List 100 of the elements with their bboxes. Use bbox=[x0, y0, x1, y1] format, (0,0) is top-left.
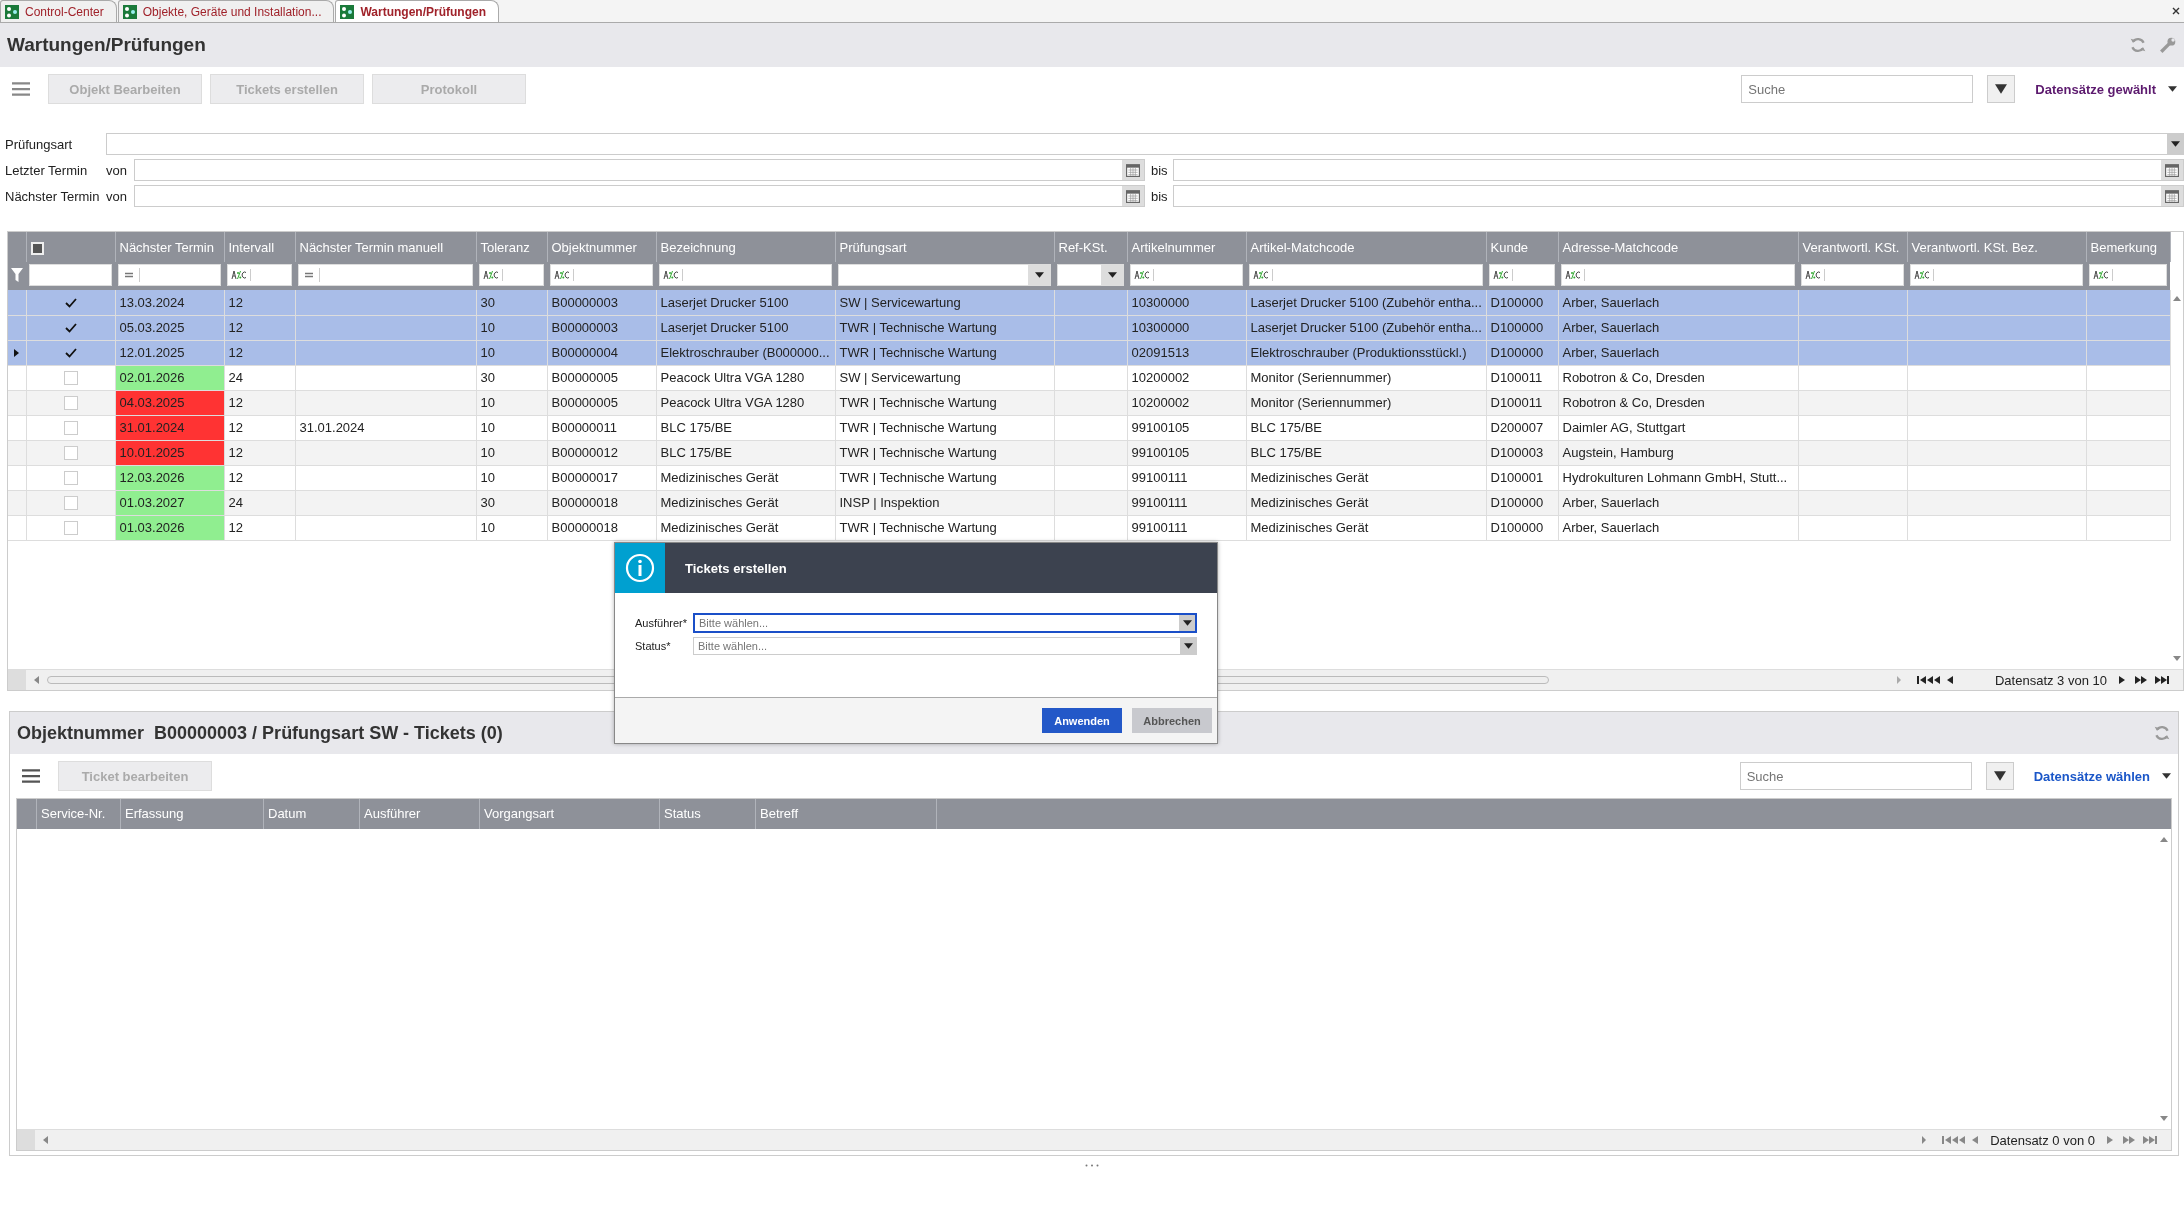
table-row[interactable]: 12.03.2026 12 10 B00000017 Medizinisches Gerät TWR | Technische Wartung 99100111 Medizinisches Gerät D100001 Hydrokulturen Lohmann GmbH, Stutt... bbox=[8, 465, 2170, 490]
scroll-up-icon[interactable] bbox=[2159, 837, 2168, 842]
calendar-icon[interactable] bbox=[1126, 163, 1140, 177]
text-filter-icon[interactable] bbox=[2090, 269, 2113, 281]
filter-field[interactable] bbox=[227, 264, 292, 286]
column-header[interactable]: Artikelnummer bbox=[1127, 232, 1246, 262]
table-row[interactable]: 10.01.2025 12 10 B00000012 BLC 175/BE TWR | Technische Wartung 99100105 BLC 175/BE D100003 Augstein, Hamburg bbox=[8, 440, 2170, 465]
refresh-icon[interactable] bbox=[2153, 724, 2171, 742]
column-header[interactable]: Datum bbox=[264, 799, 360, 829]
table-row[interactable]: 05.03.2025 12 10 B00000003 Laserjet Drucker 5100 TWR | Technische Wartung 10300000 Laserjet Drucker 5100 (Zubehör entha... D100000 Arber, Sauerlach bbox=[8, 315, 2170, 340]
filter-field[interactable] bbox=[659, 264, 832, 286]
scroll-left-icon[interactable] bbox=[43, 1136, 48, 1144]
table-row[interactable]: 12.01.2025 12 10 B00000004 Elektroschrauber (B000000... TWR | Technische Wartung 02091513 Elektroschrauber (Produktionsstückl.) D100000 Arber, Sauerlach bbox=[8, 340, 2170, 365]
scroll-down-icon[interactable] bbox=[2172, 656, 2181, 661]
select-all-checkbox[interactable] bbox=[30, 241, 44, 255]
row-checkbox[interactable] bbox=[63, 371, 78, 386]
column-header[interactable]: Vorgangsart bbox=[480, 799, 660, 829]
records-menu[interactable]: Datensätze gewählt bbox=[2035, 81, 2156, 97]
caret-icon[interactable] bbox=[1034, 272, 1044, 278]
column-header[interactable]: Nächster Termin bbox=[115, 232, 224, 262]
triangle-icon[interactable] bbox=[1993, 770, 2006, 782]
cancel-button[interactable]: Abbrechen bbox=[1132, 708, 1212, 733]
column-header[interactable]: Ausführer bbox=[360, 799, 480, 829]
records-menu[interactable]: Datensätze wählen bbox=[2033, 768, 2150, 784]
column-header[interactable]: Adresse-Matchcode bbox=[1558, 232, 1798, 262]
calendar-icon[interactable] bbox=[1126, 189, 1140, 203]
filter-field[interactable] bbox=[1057, 264, 1124, 286]
row-checkbox[interactable] bbox=[63, 521, 78, 536]
filter-field[interactable] bbox=[118, 264, 221, 286]
filter-field[interactable] bbox=[1910, 264, 2083, 286]
filter-button[interactable] bbox=[1985, 762, 2014, 790]
apply-button[interactable]: Anwenden bbox=[1042, 708, 1122, 733]
table-row[interactable]: 04.03.2025 12 10 B00000005 Peacock Ultra VGA 1280 TWR | Technische Wartung 10200002 Monitor (Seriennummer) D100011 Robotron & Co, Dresden bbox=[8, 390, 2170, 415]
text-filter-icon[interactable] bbox=[480, 269, 503, 281]
filter-field[interactable] bbox=[1801, 264, 1904, 286]
column-header[interactable]: Erfassung bbox=[121, 799, 264, 829]
text-filter-icon[interactable] bbox=[660, 269, 683, 281]
column-header[interactable]: Ref-KSt. bbox=[1054, 232, 1127, 262]
filter-field[interactable] bbox=[479, 264, 544, 286]
row-checkbox[interactable] bbox=[63, 421, 78, 436]
scroll-down-icon[interactable] bbox=[2159, 1116, 2168, 1121]
tab[interactable]: Control-Center bbox=[0, 0, 117, 22]
text-filter-icon[interactable] bbox=[1250, 269, 1273, 281]
close-icon[interactable] bbox=[2172, 7, 2180, 15]
date-field[interactable] bbox=[1173, 159, 2184, 181]
calendar-icon[interactable] bbox=[2165, 163, 2179, 177]
triangle-icon[interactable] bbox=[1995, 83, 2008, 95]
filter-field[interactable] bbox=[838, 264, 1051, 286]
column-header[interactable]: Toleranz bbox=[476, 232, 547, 262]
filter-field[interactable] bbox=[1489, 264, 1555, 286]
column-header[interactable]: Artikel-Matchcode bbox=[1246, 232, 1486, 262]
drag-handle-icon[interactable] bbox=[1085, 1164, 1099, 1167]
text-filter-icon[interactable] bbox=[1131, 269, 1154, 281]
scroll-up-icon[interactable] bbox=[2172, 296, 2181, 301]
row-checkbox[interactable] bbox=[63, 396, 78, 411]
text-filter-icon[interactable] bbox=[228, 269, 251, 281]
table-row[interactable]: 13.03.2024 12 30 B00000003 Laserjet Drucker 5100 SW | Servicewartung 10300000 Laserjet Drucker 5100 (Zubehör entha... D100000 Arber, Sauerlach bbox=[8, 290, 2170, 315]
column-header[interactable]: Bemerkung bbox=[2086, 232, 2170, 262]
column-header[interactable]: Verantwortl. KSt. Bez. bbox=[1907, 232, 2086, 262]
caret-icon[interactable] bbox=[2168, 86, 2177, 92]
filter-field[interactable] bbox=[1249, 264, 1483, 286]
text-filter-icon[interactable] bbox=[1911, 269, 1934, 281]
text-filter-icon[interactable] bbox=[551, 269, 574, 281]
table-row[interactable]: 01.03.2026 12 10 B00000018 Medizinisches Gerät TWR | Technische Wartung 99100111 Medizinisches Gerät D100000 Arber, Sauerlach bbox=[8, 515, 2170, 540]
search-field[interactable]: Suche bbox=[1739, 762, 1972, 790]
row-checkbox[interactable] bbox=[63, 321, 78, 336]
tab[interactable]: Objekte, Geräte und Installation... bbox=[117, 0, 335, 22]
wrench-icon[interactable] bbox=[2159, 36, 2177, 54]
filter-field[interactable] bbox=[298, 264, 473, 286]
caret-icon[interactable] bbox=[1107, 272, 1117, 278]
menu-icon[interactable] bbox=[22, 768, 40, 784]
column-header[interactable]: Objektnummer bbox=[547, 232, 656, 262]
scroll-left-icon[interactable] bbox=[34, 676, 39, 684]
column-header[interactable]: Verantwortl. KSt. bbox=[1798, 232, 1907, 262]
column-header[interactable]: Intervall bbox=[224, 232, 295, 262]
filter-field[interactable] bbox=[29, 264, 112, 286]
column-header[interactable]: Status bbox=[660, 799, 756, 829]
caret-icon[interactable] bbox=[2170, 141, 2180, 147]
row-checkbox[interactable] bbox=[63, 496, 78, 511]
column-header[interactable]: Kunde bbox=[1486, 232, 1558, 262]
caret-icon[interactable] bbox=[1182, 620, 1192, 626]
table-row[interactable]: 02.01.2026 24 30 B00000005 Peacock Ultra VGA 1280 SW | Servicewartung 10200002 Monitor (Seriennummer) D100011 Robotron & Co, Dresden bbox=[8, 365, 2170, 390]
tab[interactable]: Wartungen/Prüfungen bbox=[335, 0, 500, 22]
filter-button[interactable] bbox=[1987, 75, 2016, 103]
caret-icon[interactable] bbox=[1183, 643, 1193, 649]
date-field[interactable] bbox=[1173, 185, 2184, 207]
caret-icon[interactable] bbox=[2162, 773, 2171, 779]
text-filter-icon[interactable] bbox=[1562, 269, 1585, 281]
text-filter-icon[interactable] bbox=[1490, 269, 1513, 281]
text-filter-icon[interactable] bbox=[1802, 269, 1825, 281]
search-field[interactable]: Suche bbox=[1741, 75, 1974, 103]
filter-field[interactable] bbox=[1561, 264, 1795, 286]
column-header[interactable]: Prüfungsart bbox=[835, 232, 1054, 262]
filter-field[interactable] bbox=[2089, 264, 2167, 286]
date-field[interactable] bbox=[134, 185, 1145, 207]
filter-field[interactable] bbox=[1130, 264, 1243, 286]
select-field[interactable]: Bitte wählen... bbox=[693, 613, 1197, 633]
row-checkbox[interactable] bbox=[63, 446, 78, 461]
table-row[interactable]: 31.01.2024 12 31.01.2024 10 B00000011 BLC 175/BE TWR | Technische Wartung 99100105 BLC 175/BE D200007 Daimler AG, Stuttgart bbox=[8, 415, 2170, 440]
table-row[interactable]: 01.03.2027 24 30 B00000018 Medizinisches Gerät INSP | Inspektion 99100111 Medizinisches Gerät D100000 Arber, Sauerlach bbox=[8, 490, 2170, 515]
